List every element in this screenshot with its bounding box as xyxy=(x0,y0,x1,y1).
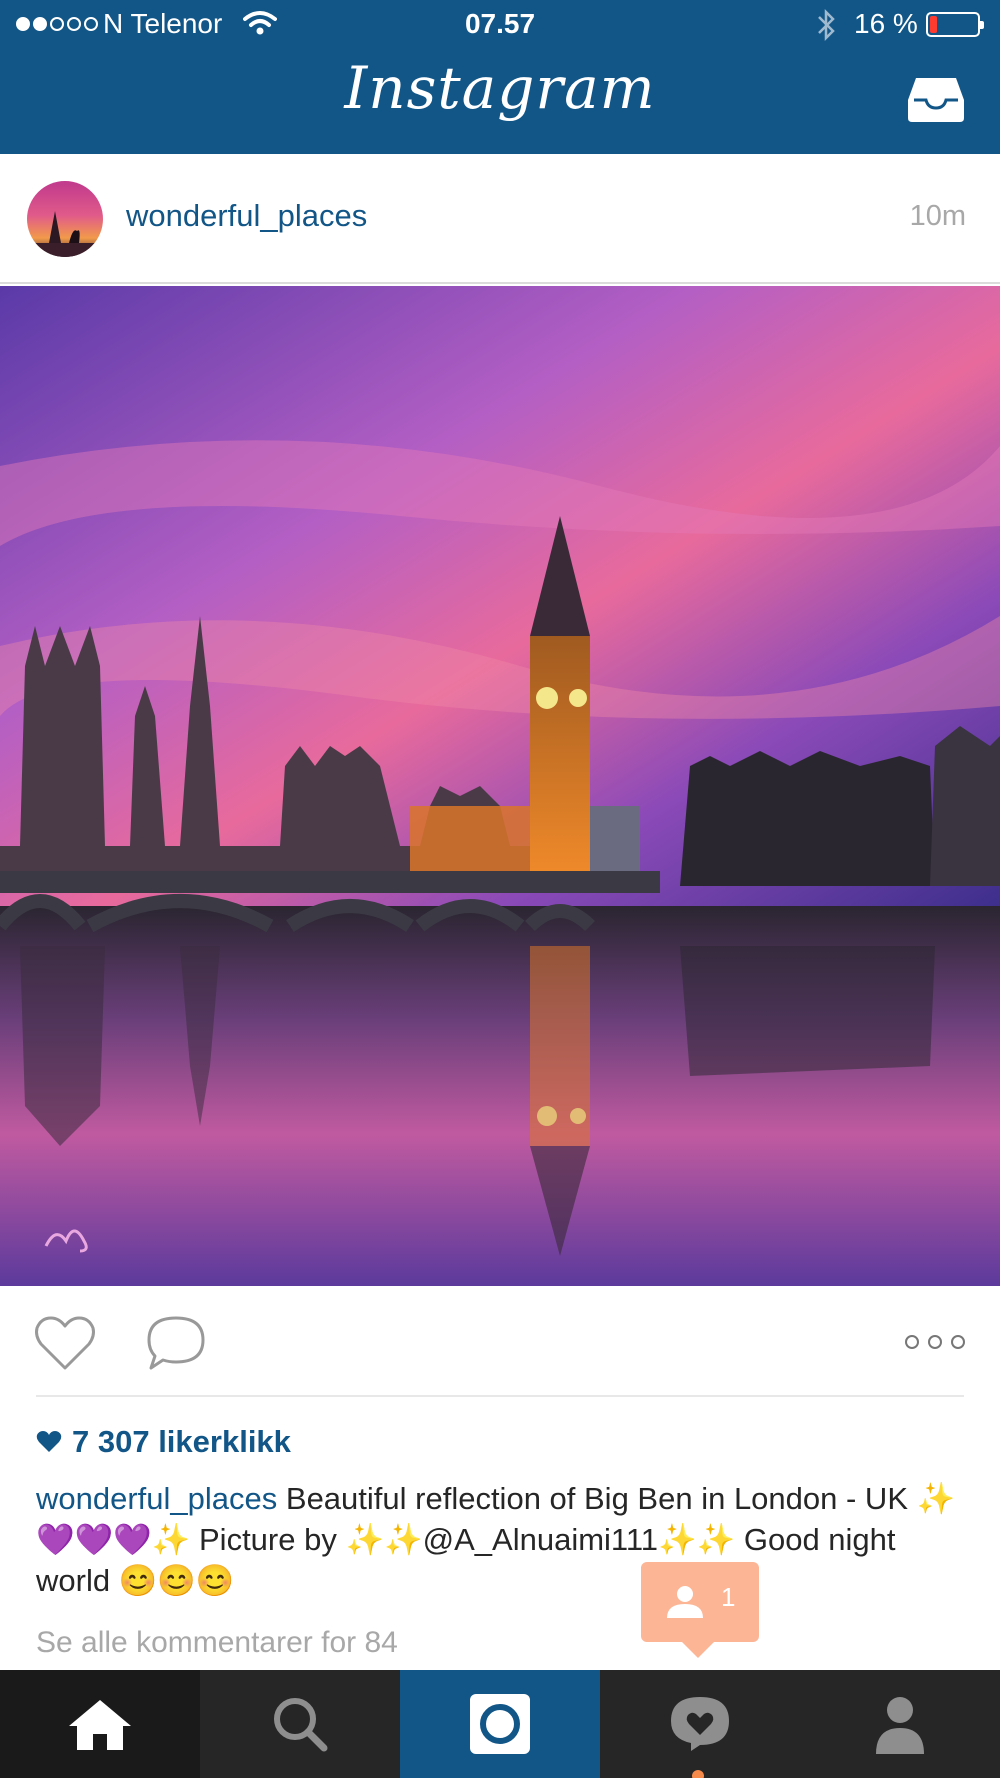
inbox-tray-icon[interactable] xyxy=(906,74,966,124)
tab-profile[interactable] xyxy=(800,1670,1000,1778)
profile-icon xyxy=(876,1697,924,1754)
tab-bar xyxy=(0,1670,1000,1778)
post-photo[interactable] xyxy=(0,286,1000,1286)
search-icon xyxy=(274,1698,328,1752)
divider xyxy=(36,1395,964,1397)
tab-home[interactable] xyxy=(0,1670,200,1778)
post-actions xyxy=(0,1286,1000,1396)
battery-level xyxy=(930,16,938,33)
status-time: 07.57 xyxy=(464,8,536,39)
notification-count: 1 xyxy=(721,1582,736,1612)
activity-indicator-dot xyxy=(692,1770,704,1778)
post-caption: wonderful_places Beautiful reflection of… xyxy=(36,1478,966,1601)
person-icon xyxy=(667,1586,703,1618)
heart-filled-icon xyxy=(36,1431,62,1452)
heart-outline-icon[interactable] xyxy=(33,1314,97,1372)
bluetooth-icon xyxy=(818,8,835,42)
caption-username[interactable]: wonderful_places xyxy=(36,1481,277,1516)
top-bar: N Telenor 07.57 16 % Instagram xyxy=(0,0,1000,154)
heart-bubble-icon xyxy=(671,1697,729,1751)
three-dots-icon[interactable] xyxy=(902,1330,968,1354)
likes-text: 7 307 likerklikk xyxy=(72,1424,291,1459)
activity-notification-bubble[interactable]: 1 xyxy=(641,1562,759,1658)
battery-percent: 16 % xyxy=(854,8,918,39)
tab-search[interactable] xyxy=(200,1670,400,1778)
camera-icon xyxy=(470,1694,530,1754)
likes-count[interactable]: 7 307 likerklikk xyxy=(36,1424,291,1460)
home-icon xyxy=(69,1700,131,1750)
battery-icon xyxy=(926,12,984,37)
tab-camera[interactable] xyxy=(400,1670,600,1778)
view-all-comments-link[interactable]: Se alle kommentarer for 84 xyxy=(36,1626,398,1660)
app-title: Instagram xyxy=(344,54,656,122)
status-bar: N Telenor 07.57 16 % xyxy=(0,0,1000,50)
post-username[interactable]: wonderful_places xyxy=(126,198,367,234)
avatar[interactable] xyxy=(27,181,103,257)
tab-activity[interactable] xyxy=(600,1670,800,1778)
post-time: 10m xyxy=(909,200,966,232)
post-header: wonderful_places 10m xyxy=(0,154,1000,284)
comment-bubble-icon[interactable] xyxy=(145,1314,207,1372)
